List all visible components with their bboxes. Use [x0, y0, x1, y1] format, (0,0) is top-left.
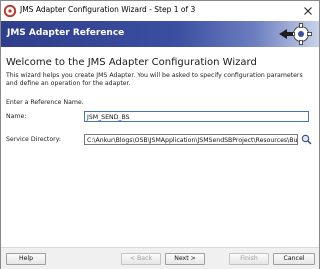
back-button[interactable]: < Back [121, 253, 161, 265]
name-label: Name: [6, 113, 27, 120]
wizard-content: Welcome to the JMS Adapter Configuration… [1, 47, 319, 247]
description-text: This wizard helps you create JMS Adapter… [6, 72, 303, 87]
help-button[interactable]: Help [6, 253, 46, 265]
page-title: Welcome to the JMS Adapter Configuration… [6, 57, 257, 68]
instruction-text: Enter a Reference Name. [6, 99, 84, 106]
close-icon[interactable] [301, 4, 315, 18]
title-bar: JMS Adapter Configuration Wizard - Step … [1, 1, 319, 21]
cancel-button[interactable]: Cancel [273, 253, 315, 265]
banner-title: JMS Adapter Reference [7, 28, 125, 38]
button-bar: Help < Back Next > Finish Cancel [1, 247, 319, 269]
oracle-adapter-icon [4, 5, 16, 17]
wizard-window: JMS Adapter Configuration Wizard - Step … [0, 0, 320, 269]
name-field[interactable]: JSM_SEND_BS [84, 111, 309, 122]
wizard-banner: JMS Adapter Reference [1, 21, 319, 47]
gear-icon [279, 23, 312, 45]
service-directory-label: Service Directory: [6, 136, 61, 143]
search-icon[interactable] [301, 134, 312, 145]
service-directory-field[interactable]: C:\Ankur\Blogs\OSB\JSMApplication\JSMSen… [84, 134, 298, 145]
finish-button[interactable]: Finish [229, 253, 269, 265]
window-title: JMS Adapter Configuration Wizard - Step … [20, 5, 196, 14]
next-button[interactable]: Next > [165, 253, 205, 265]
